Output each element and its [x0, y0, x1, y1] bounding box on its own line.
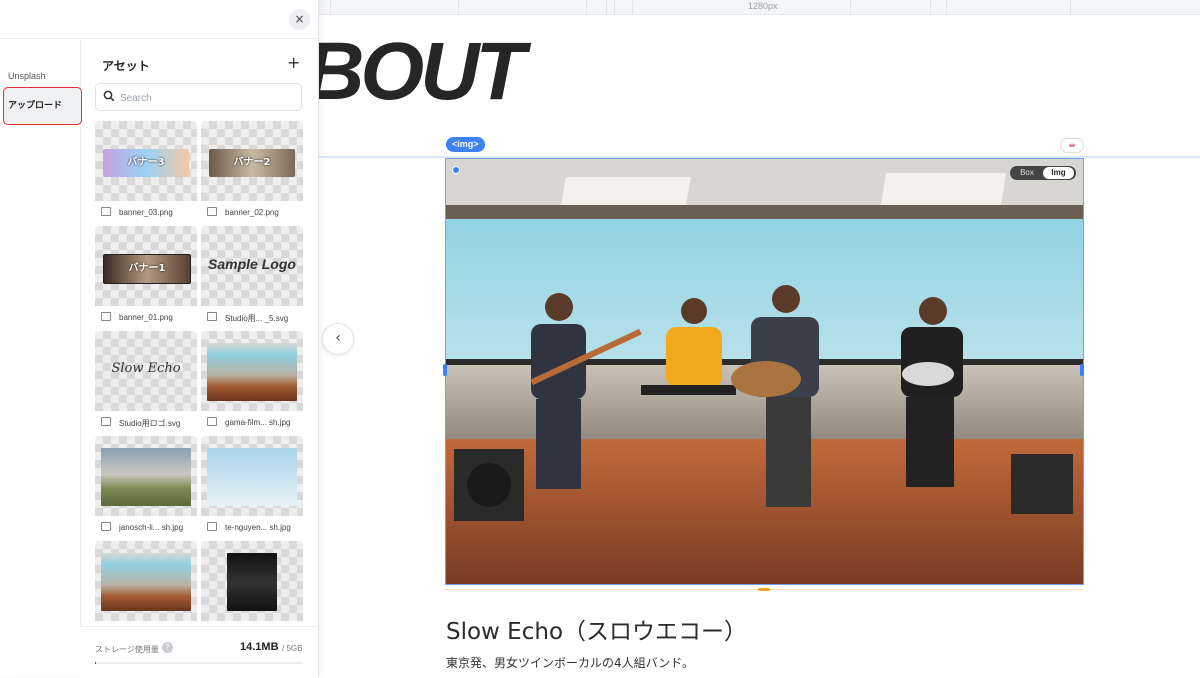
asset-thumbnail — [95, 541, 197, 621]
source-nav: Unsplash アップロード — [0, 38, 82, 677]
help-icon[interactable]: ? — [162, 642, 173, 653]
asset-search[interactable] — [95, 83, 302, 111]
close-panel-button[interactable]: × — [289, 9, 310, 30]
asset-filename: janosch-li... sh.jpg — [119, 523, 184, 532]
image-file-icon — [207, 522, 217, 531]
image-file-icon — [101, 417, 111, 426]
element-anchor-icon[interactable] — [452, 166, 460, 174]
image-file-icon — [207, 312, 217, 321]
toggle-box-option[interactable]: Box — [1012, 167, 1042, 179]
asset-filename: Studio用ロゴ.svg — [119, 419, 181, 428]
resize-handle-left[interactable] — [443, 364, 447, 376]
asset-filename: gama-film... sh.jpg — [225, 418, 291, 427]
asset-thumbnail: バナー2 — [201, 121, 303, 201]
asset-thumbnail: Sample Logo — [201, 226, 303, 306]
storage-progress — [95, 662, 303, 664]
image-file-icon — [207, 207, 217, 216]
thumb-text: バナー3 — [127, 157, 165, 168]
storage-progress-fill — [95, 662, 96, 664]
asset-card[interactable]: バナー3 banner_03.png — [95, 121, 197, 221]
panel-header: × — [0, 0, 318, 39]
image-file-icon — [207, 417, 217, 426]
link-icon[interactable]: ⇹ — [1060, 138, 1084, 153]
add-asset-button[interactable]: + — [287, 53, 300, 72]
asset-thumbnail: バナー3 — [95, 121, 197, 201]
asset-thumbnail: バナー1 — [95, 226, 197, 306]
asset-thumbnail — [201, 436, 303, 516]
storage-label: ストレージ使用量 — [95, 645, 159, 654]
search-input[interactable] — [118, 89, 292, 107]
band-photo-illustration — [454, 173, 1073, 521]
storage-used: 14.1MB — [240, 641, 279, 653]
image-file-icon — [101, 207, 111, 216]
asset-filename: banner_03.png — [119, 208, 173, 217]
source-upload[interactable]: アップロード — [3, 87, 82, 125]
asset-grid: バナー3 banner_03.png バナー2 banner_02.png バナ… — [95, 121, 303, 625]
asset-filename: Studio用... _5.svg — [225, 314, 289, 323]
asset-thumbnail — [95, 436, 197, 516]
element-type-tag[interactable]: <img> — [446, 137, 485, 152]
resize-handle-bottom[interactable] — [758, 588, 770, 591]
search-icon — [103, 90, 115, 102]
storage-usage: ストレージ使用量 ? 14.1MB / 5GB — [80, 626, 318, 678]
storage-total: / 5GB — [282, 644, 303, 653]
asset-card[interactable]: te-nguyen... sh.jpg — [201, 436, 303, 536]
asset-card[interactable]: バナー1 banner_01.png — [95, 226, 197, 326]
assets-title: アセット — [102, 59, 150, 73]
asset-filename: banner_01.png — [119, 313, 173, 322]
thumb-text: バナー1 — [128, 263, 166, 274]
collapse-panel-button[interactable]: ‹ — [322, 323, 354, 355]
image-file-icon — [101, 522, 111, 531]
toggle-img-option[interactable]: Img — [1043, 167, 1074, 179]
thumb-text: バナー2 — [233, 157, 271, 168]
asset-card[interactable]: Sample Logo Studio用... _5.svg — [201, 226, 303, 326]
box-img-toggle[interactable]: Box Img — [1010, 166, 1076, 180]
asset-card[interactable] — [95, 541, 197, 625]
asset-thumbnail — [201, 331, 303, 411]
resize-handle-right[interactable] — [1080, 364, 1084, 376]
asset-card[interactable] — [201, 541, 303, 625]
asset-panel: × Unsplash アップロード アセット + バナー3 banner_03.… — [0, 0, 319, 678]
image-file-icon — [101, 312, 111, 321]
source-unsplash[interactable]: Unsplash — [8, 71, 46, 81]
thumb-text: Slow Echo — [111, 361, 181, 376]
asset-card[interactable]: gama-film... sh.jpg — [201, 331, 303, 431]
asset-card[interactable]: バナー2 banner_02.png — [201, 121, 303, 221]
asset-thumbnail — [201, 541, 303, 621]
asset-filename: te-nguyen... sh.jpg — [225, 523, 291, 532]
band-description[interactable]: 東京発、男女ツインボーカルの4人組バンド。 — [446, 654, 694, 671]
asset-card[interactable]: janosch-li... sh.jpg — [95, 436, 197, 536]
asset-card[interactable]: Slow Echo Studio用ロゴ.svg — [95, 331, 197, 431]
asset-filename: banner_02.png — [225, 208, 279, 217]
thumb-text: Sample Logo — [208, 256, 296, 272]
band-title[interactable]: Slow Echo（スロウエコー） — [446, 612, 747, 646]
band-photo[interactable] — [445, 158, 1084, 585]
asset-thumbnail: Slow Echo — [95, 331, 197, 411]
ruler-width-label: 1280px — [748, 1, 778, 11]
